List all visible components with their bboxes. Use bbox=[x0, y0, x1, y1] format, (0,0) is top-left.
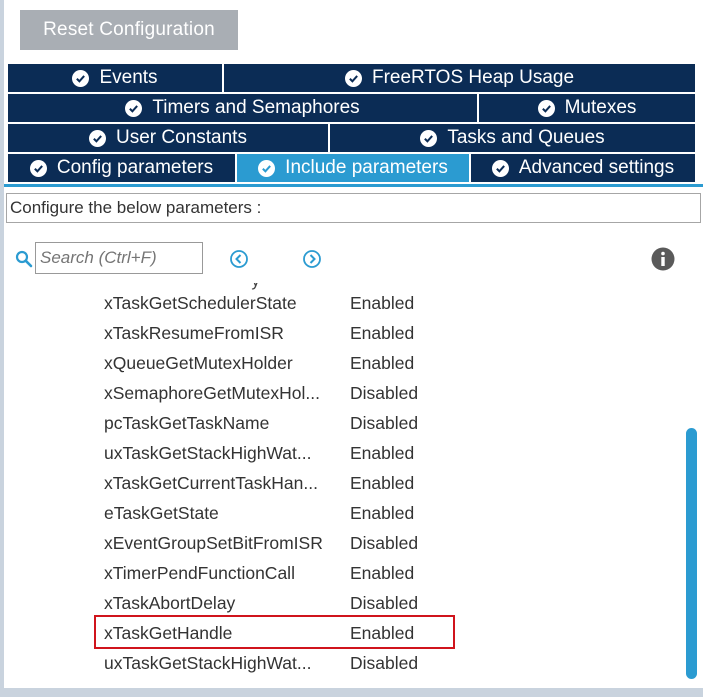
tab-label: Tasks and Queues bbox=[447, 127, 605, 148]
parameter-value[interactable]: Enabled bbox=[350, 353, 414, 374]
tab-label: Events bbox=[99, 67, 158, 88]
info-icon[interactable] bbox=[651, 247, 675, 271]
parameter-value[interactable]: Enabled bbox=[350, 323, 414, 344]
tab-row-2: Timers and Semaphores Mutexes bbox=[8, 94, 695, 124]
configure-parameters-label: Configure the below parameters : bbox=[6, 193, 701, 223]
tab-label: Include parameters bbox=[285, 157, 448, 178]
check-circle-icon bbox=[29, 159, 47, 177]
tab-config-parameters[interactable]: Config parameters bbox=[8, 154, 237, 184]
parameter-name: xTaskGetSchedulerState bbox=[104, 293, 297, 313]
parameter-name: eTaskGetState bbox=[104, 503, 219, 523]
table-row[interactable]: uxTaskGetStackHighWat... Enabled bbox=[0, 437, 680, 467]
parameter-name: xQueueGetMutexHolder bbox=[104, 353, 293, 373]
panel-frame-bottom bbox=[0, 688, 703, 697]
scrollbar-thumb[interactable] bbox=[686, 428, 697, 679]
tab-label: FreeRTOS Heap Usage bbox=[371, 67, 575, 88]
tab-label: Mutexes bbox=[564, 97, 637, 118]
parameter-name: xTimerPendFunctionCall bbox=[104, 563, 295, 583]
parameter-name: xTaskResumeFromISR bbox=[104, 323, 284, 343]
table-row[interactable]: xTaskResumeFromISR Enabled bbox=[0, 317, 680, 347]
tab-label: Advanced settings bbox=[518, 157, 675, 178]
check-circle-icon bbox=[491, 159, 509, 177]
check-circle-icon bbox=[125, 99, 143, 117]
parameter-value[interactable]: Disabled bbox=[350, 383, 418, 404]
parameter-value[interactable]: Disabled bbox=[350, 653, 418, 674]
check-circle-icon bbox=[420, 129, 438, 147]
table-row[interactable]: xTaskGetCurrentTaskHan... Enabled bbox=[0, 467, 680, 497]
parameter-value[interactable]: Enabled bbox=[350, 503, 414, 524]
parameter-value[interactable]: Enabled bbox=[350, 473, 414, 494]
search-icon[interactable] bbox=[15, 250, 33, 268]
check-circle-icon bbox=[344, 69, 362, 87]
parameter-value[interactable]: Enabled bbox=[350, 293, 414, 314]
table-row[interactable]: xEventGroupSetBitFromISR Disabled bbox=[0, 527, 680, 557]
check-circle-icon bbox=[537, 99, 555, 117]
parameter-name: uxTaskGetStackHighWat... bbox=[104, 443, 312, 463]
parameter-value[interactable]: Disabled bbox=[350, 533, 418, 554]
tab-label: Timers and Semaphores bbox=[152, 97, 360, 118]
tab-user-constants[interactable]: User Constants bbox=[8, 124, 330, 154]
table-row[interactable]: xQueueGetMutexHolder Enabled bbox=[0, 347, 680, 377]
tab-bar: Events FreeRTOS Heap Usage Timers and Se… bbox=[8, 64, 695, 184]
tab-underline bbox=[4, 184, 703, 187]
table-row[interactable]: xTaskGetSchedulerState Enabled bbox=[0, 287, 680, 317]
search-input[interactable] bbox=[35, 242, 203, 274]
chevron-right-circle-icon[interactable] bbox=[302, 249, 322, 269]
table-row[interactable]: xTaskAbortDelay Disabled bbox=[0, 587, 680, 617]
tab-tasks-and-queues[interactable]: Tasks and Queues bbox=[330, 124, 695, 154]
tab-mutexes[interactable]: Mutexes bbox=[479, 94, 695, 124]
parameter-value[interactable]: Disabled bbox=[350, 413, 418, 434]
table-row[interactable]: eTaskGetState Enabled bbox=[0, 497, 680, 527]
tab-row-3: User Constants Tasks and Queues bbox=[8, 124, 695, 154]
parameter-name: xEventGroupSetBitFromISR bbox=[104, 533, 323, 553]
parameter-name: pcTaskGetTaskName bbox=[104, 413, 270, 433]
tab-events[interactable]: Events bbox=[8, 64, 224, 94]
tab-timers-and-semaphores[interactable]: Timers and Semaphores bbox=[8, 94, 479, 124]
table-row[interactable]: pcTaskGetTaskName Disabled bbox=[0, 407, 680, 437]
tab-freertos-heap-usage[interactable]: FreeRTOS Heap Usage bbox=[224, 64, 695, 94]
tab-label: User Constants bbox=[116, 127, 247, 148]
check-circle-icon bbox=[258, 159, 276, 177]
tab-include-parameters[interactable]: Include parameters bbox=[237, 154, 471, 184]
parameter-name: uxTaskGetStackHighWat... bbox=[104, 653, 312, 673]
parameter-name: xTaskGetCurrentTaskHan... bbox=[104, 473, 318, 493]
check-circle-icon bbox=[72, 69, 90, 87]
table-row[interactable]: xSemaphoreGetMutexHol... Disabled bbox=[0, 377, 680, 407]
parameter-value[interactable]: Enabled bbox=[350, 443, 414, 464]
table-row[interactable]: xTimerPendFunctionCall Enabled bbox=[0, 557, 680, 587]
tab-row-4: Config parameters Include parameters Adv… bbox=[8, 154, 695, 184]
check-circle-icon bbox=[89, 129, 107, 147]
tab-label: Config parameters bbox=[56, 157, 214, 178]
tab-advanced-settings[interactable]: Advanced settings bbox=[471, 154, 695, 184]
chevron-left-circle-icon[interactable] bbox=[229, 249, 249, 269]
highlight-box bbox=[94, 615, 455, 649]
tab-row-1: Events FreeRTOS Heap Usage bbox=[8, 64, 695, 94]
parameter-value[interactable]: Enabled bbox=[350, 563, 414, 584]
parameter-name: xTaskAbortDelay bbox=[104, 593, 236, 613]
reset-configuration-button[interactable]: Reset Configuration bbox=[20, 10, 238, 50]
parameter-value[interactable]: Disabled bbox=[350, 593, 418, 614]
table-row[interactable]: uxTaskGetStackHighWat... Disabled bbox=[0, 647, 680, 677]
parameter-name: xSemaphoreGetMutexHol... bbox=[104, 383, 320, 403]
